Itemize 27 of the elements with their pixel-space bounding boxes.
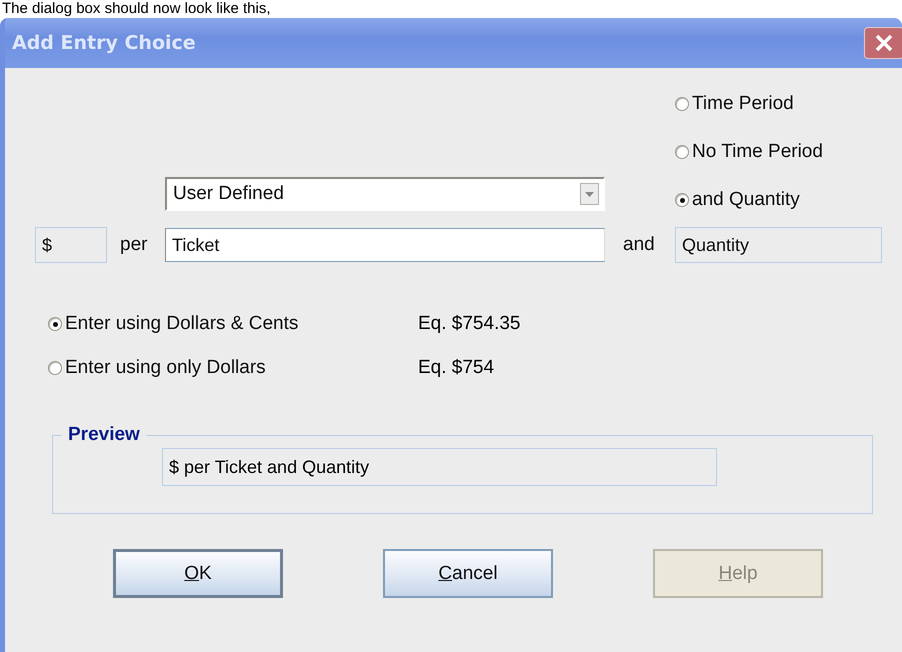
currency-field: $: [35, 227, 107, 263]
and-label: and: [622, 234, 656, 256]
radio-label[interactable]: and Quantity: [692, 189, 800, 211]
radio-button[interactable]: [675, 145, 689, 159]
radio-label[interactable]: Time Period: [692, 93, 794, 115]
radio-button[interactable]: [675, 97, 689, 111]
radio-label[interactable]: No Time Period: [692, 141, 823, 163]
dialog-button[interactable]: OK: [113, 549, 283, 598]
radio-label[interactable]: Enter using only Dollars: [65, 357, 266, 379]
radio-button[interactable]: [48, 317, 62, 331]
radio-button[interactable]: [48, 361, 62, 375]
radio-label[interactable]: Enter using Dollars & Cents: [65, 313, 298, 335]
radio-button[interactable]: [675, 193, 689, 207]
example-text: Eq. $754: [418, 357, 496, 379]
close-button[interactable]: [864, 27, 902, 59]
type-dropdown[interactable]: User Defined: [165, 177, 605, 211]
caption-text: The dialog box should now look like this,: [1, 0, 270, 18]
example-text: Eq. $754.35: [418, 313, 522, 335]
unit-input[interactable]: Ticket: [165, 228, 605, 262]
quantity-field: Quantity: [675, 227, 882, 263]
per-label: per: [119, 234, 148, 256]
caret-icon: [585, 192, 594, 196]
preview-field: $ per Ticket and Quantity: [162, 448, 717, 486]
close-icon: [874, 33, 894, 53]
dialog-button[interactable]: Cancel: [383, 549, 553, 598]
window-title: Add Entry Choice: [12, 32, 196, 54]
group-title: Preview: [67, 424, 141, 446]
